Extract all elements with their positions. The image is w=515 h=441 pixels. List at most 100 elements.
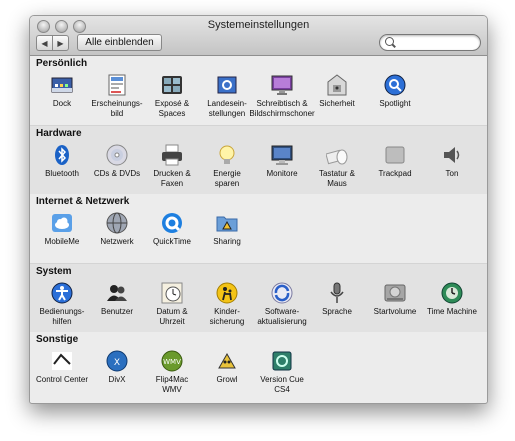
pref-pane-disk[interactable]: Startvolume [366,282,424,317]
section-title: Sonstige [36,334,79,345]
monitor-icon [271,144,293,166]
section-title: System [36,266,72,277]
section-internet-netzwerk: Internet & Netzwerk MobileMe Netzwerk Quick… [30,194,487,264]
pref-pane-label: DivX [108,375,126,384]
pref-pane-label: CDs & DVDs [93,169,141,178]
pref-pane-desktop[interactable]: Schreibtisch & Bildschirmschoner [249,74,315,119]
growl-icon [216,350,238,372]
pref-pane-timemachine[interactable]: Time Machine [423,282,481,317]
dock-icon [51,74,73,96]
pref-pane-divx[interactable]: X DivX [88,350,146,385]
section-title: Internet & Netzwerk [36,196,130,207]
microphone-icon [326,282,348,304]
pref-pane-cd[interactable]: CDs & DVDs [88,144,146,179]
pref-pane-trackpad[interactable]: Trackpad [366,144,424,179]
pref-pane-label: Ton [445,169,459,178]
disk-icon [384,282,406,304]
pref-pane-label: Netzwerk [100,237,134,246]
pref-pane-update[interactable]: Software- aktualisierung [253,282,311,327]
pref-pane-label: Software- aktualisierung [257,307,307,326]
pref-pane-label: Erscheinungs- bild [91,99,143,118]
section-sonstige: Sonstige Control Center X DivX WMV Flip4Mac W… [30,332,487,402]
window-title: Systemeinstellungen [207,19,310,31]
desktop-icon [271,74,293,96]
pref-pane-label: Sicherheit [319,99,355,108]
pref-pane-spotlight[interactable]: Spotlight [366,74,424,109]
pref-pane-cloud[interactable]: MobileMe [33,212,91,247]
section-hardware: Hardware Bluetooth CDs & DVDs Drucken & Fax… [30,125,487,197]
pref-pane-bulb[interactable]: Energie sparen [198,144,256,189]
pref-pane-label: QuickTime [153,237,191,246]
pref-pane-printer[interactable]: Drucken & Faxen [143,144,201,189]
pref-pane-label: MobileMe [44,237,80,246]
pref-pane-label: Energie sparen [213,169,241,188]
pref-pane-label: Tastatur & Maus [318,169,355,188]
pref-pane-accessibility[interactable]: Bedienungs- hilfen [33,282,91,327]
pref-pane-label: Sprache [322,307,352,316]
pref-pane-versioncue[interactable]: Version Cue CS4 [253,350,311,395]
pref-pane-bluetooth[interactable]: Bluetooth [33,144,91,179]
pref-pane-label: Schreibtisch & Bildschirmschoner [249,99,315,118]
printer-icon [161,144,183,166]
pref-pane-keyboard[interactable]: Tastatur & Maus [308,144,366,189]
pref-pane-label: Bedienungs- hilfen [39,307,85,326]
pref-pane-label: Control Center [35,375,89,384]
pref-pane-label: Bluetooth [45,169,79,178]
pref-pane-label: Drucken & Faxen [153,169,191,188]
pref-pane-security[interactable]: Sicherheit [308,74,366,109]
international-icon [216,74,238,96]
pref-pane-growl[interactable]: Growl [198,350,256,385]
pref-pane-label: Landesein- stellungen [207,99,247,118]
search-icon [385,37,394,46]
forward-button[interactable]: ▶ [52,35,69,51]
pref-pane-users[interactable]: Benutzer [88,282,146,317]
nav-buttons: ◀ ▶ [36,35,69,51]
security-icon [326,74,348,96]
speaker-icon [441,144,463,166]
trackpad-icon [384,144,406,166]
back-button[interactable]: ◀ [36,35,52,51]
pref-pane-label: Startvolume [373,307,417,316]
preferences-window: Systemeinstellungen ◀ ▶ Alle einblenden … [29,15,488,404]
timemachine-icon [441,282,463,304]
svg-text:X: X [114,358,120,368]
accessibility-icon [51,282,73,304]
folder-icon [216,212,238,234]
pref-pane-wmv[interactable]: WMV Flip4Mac WMV [143,350,201,395]
pref-pane-expose[interactable]: Exposé & Spaces [143,74,201,119]
pref-pane-label: Benutzer [100,307,134,316]
pref-pane-appearance[interactable]: Erscheinungs- bild [88,74,146,119]
title-bar: Systemeinstellungen ◀ ▶ Alle einblenden [30,16,487,56]
pref-pane-dock[interactable]: Dock [33,74,91,109]
pref-pane-clock[interactable]: Datum & Uhrzeit [143,282,201,327]
pref-pane-logitech[interactable]: Control Center [33,350,91,385]
pref-pane-label: Dock [52,99,72,108]
section-title: Hardware [36,128,82,139]
versioncue-icon [271,350,293,372]
pref-pane-folder[interactable]: Sharing [198,212,256,247]
logitech-icon [51,350,73,372]
appearance-icon [106,74,128,96]
pref-pane-parental[interactable]: Kinder- sicherung [198,282,256,327]
search-input[interactable] [398,36,478,50]
pref-pane-international[interactable]: Landesein- stellungen [198,74,256,119]
pref-pane-label: Flip4Mac WMV [155,375,189,394]
divx-icon: X [106,350,128,372]
pref-pane-quicktime[interactable]: QuickTime [143,212,201,247]
clock-icon [161,282,183,304]
search-field[interactable] [379,34,481,51]
pref-pane-speaker[interactable]: Ton [423,144,481,179]
pref-pane-label: Spotlight [379,99,411,108]
bulb-icon [216,144,238,166]
cloud-icon [51,212,73,234]
pref-pane-microphone[interactable]: Sprache [308,282,366,317]
pref-pane-label: Trackpad [378,169,412,178]
pref-pane-monitor[interactable]: Monitore [253,144,311,179]
pref-pane-globe[interactable]: Netzwerk [88,212,146,247]
pref-pane-label: Datum & Uhrzeit [156,307,188,326]
show-all-button[interactable]: Alle einblenden [77,34,162,51]
bluetooth-icon [51,144,73,166]
pref-pane-label: Growl [216,375,238,384]
pref-pane-label: Version Cue CS4 [260,375,304,394]
section-persönlich: Persönlich Dock Erscheinungs- bild Exposé &… [30,56,487,126]
